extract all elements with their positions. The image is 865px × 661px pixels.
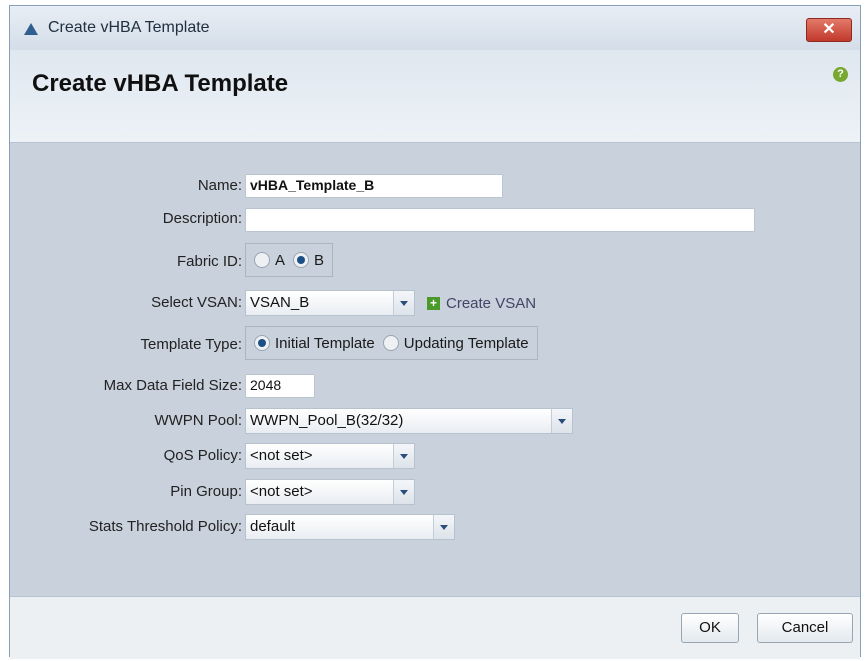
chevron-down-icon[interactable] (393, 291, 414, 315)
create-vsan-link[interactable]: + Create VSAN (427, 295, 536, 312)
title-bar: Create vHBA Template ✕ (10, 6, 860, 50)
pin-group-label: Pin Group: (170, 483, 242, 500)
max-data-field-size-field[interactable]: 2048 (245, 374, 315, 398)
chevron-down-icon[interactable] (551, 409, 572, 433)
name-label: Name: (197, 177, 242, 194)
select-vsan-label: Select VSAN: (151, 294, 242, 311)
template-type-label: Template Type: (140, 336, 242, 353)
fabric-id-option-a[interactable]: A (254, 252, 285, 269)
qos-policy-label: QoS Policy: (163, 447, 242, 464)
fabric-id-radio-group: A B (245, 243, 334, 277)
select-vsan-value: VSAN_B (250, 294, 310, 311)
wwpn-pool-value: WWPN_Pool_B(32/32) (250, 412, 404, 429)
stats-threshold-policy-label: Stats Threshold Policy: (88, 518, 242, 535)
fabric-id-option-b-label: B (314, 251, 325, 269)
radio-selected-icon (254, 335, 270, 351)
template-type-updating-label: Updating Template (403, 334, 529, 352)
wwpn-pool-dropdown[interactable]: WWPN_Pool_B(32/32) (245, 408, 573, 434)
wwpn-pool-label: WWPN Pool: (154, 412, 242, 429)
chevron-down-icon[interactable] (393, 444, 414, 468)
create-vsan-label: Create VSAN (446, 295, 537, 312)
page-title: Create vHBA Template (32, 70, 289, 97)
plus-icon: + (427, 297, 440, 310)
app-triangle-icon (24, 23, 38, 35)
template-type-radio-group: Initial Template Updating Template (245, 326, 538, 360)
help-icon[interactable]: ? (833, 67, 848, 82)
stats-threshold-policy-dropdown[interactable]: default (245, 514, 455, 540)
max-data-field-size-label: Max Data Field Size: (103, 377, 242, 394)
cancel-button[interactable]: Cancel (757, 613, 853, 643)
dialog-footer: OK Cancel (10, 596, 860, 659)
create-vhba-template-dialog: Create vHBA Template ✕ Create vHBA Templ… (9, 5, 861, 659)
name-field[interactable]: vHBA_Template_B (245, 174, 503, 198)
pin-group-value: <not set> (250, 483, 313, 500)
fabric-id-label: Fabric ID: (176, 253, 242, 270)
template-type-initial[interactable]: Initial Template (254, 335, 375, 352)
close-button[interactable]: ✕ (806, 18, 852, 42)
select-vsan-dropdown[interactable]: VSAN_B (245, 290, 415, 316)
qos-policy-dropdown[interactable]: <not set> (245, 443, 415, 469)
description-label: Description: (162, 210, 242, 227)
template-type-initial-label: Initial Template (275, 334, 375, 352)
radio-selected-icon (293, 252, 310, 268)
chevron-down-icon[interactable] (433, 515, 454, 539)
radio-unselected-icon (254, 252, 270, 268)
stats-threshold-policy-value: default (250, 518, 296, 535)
description-field[interactable] (245, 208, 755, 232)
pin-group-dropdown[interactable]: <not set> (245, 479, 415, 505)
fabric-id-option-a-label: A (275, 251, 286, 269)
window-title: Create vHBA Template (48, 19, 210, 36)
chevron-down-icon[interactable] (393, 480, 414, 504)
qos-policy-value: <not set> (250, 447, 313, 464)
dialog-header: Create vHBA Template ? (10, 50, 860, 143)
radio-unselected-icon (382, 335, 399, 351)
form-body: Name: vHBA_Template_B Description: Fabri… (10, 143, 860, 594)
ok-button[interactable]: OK (681, 613, 739, 643)
fabric-id-option-b[interactable]: B (293, 252, 324, 269)
template-type-updating[interactable]: Updating Template (382, 334, 529, 352)
